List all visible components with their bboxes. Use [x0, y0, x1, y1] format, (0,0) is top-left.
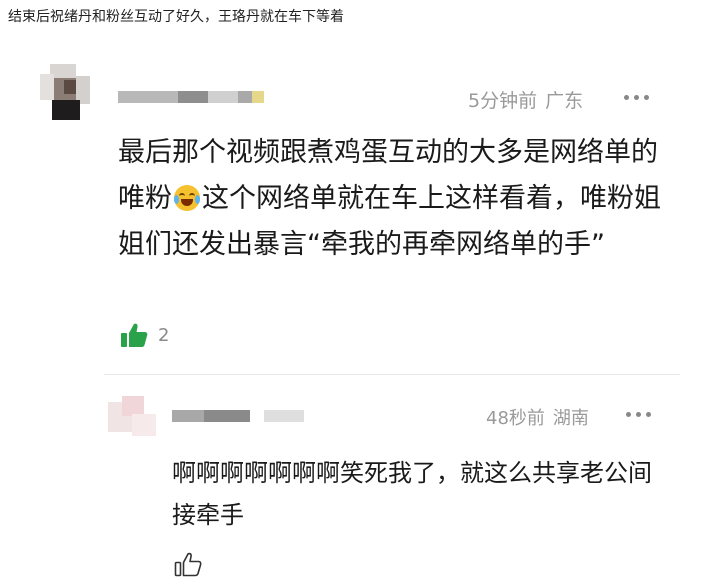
comment-meta: 5分钟前 广东	[468, 86, 583, 113]
avatar[interactable]	[108, 394, 158, 438]
reply-location: 湖南	[552, 408, 589, 429]
thumbs-up-filled-icon	[121, 323, 148, 347]
username-blurred[interactable]	[172, 408, 312, 424]
comment-location: 广东	[545, 90, 584, 112]
thumbs-up-outline-icon	[174, 552, 202, 577]
post-caption: 结束后祝绪丹和粉丝互动了好久，王珞丹就在车下等着	[8, 9, 344, 25]
laughing-crying-emoji-icon	[174, 185, 200, 211]
reply-meta: 48秒前 湖南	[486, 404, 589, 430]
comment-time: 5分钟前	[468, 90, 538, 112]
reply-text: 啊啊啊啊啊啊啊笑死我了，就这么共享老公间接牵手	[172, 459, 652, 529]
divider	[104, 374, 680, 375]
like-count: 2	[158, 324, 170, 346]
more-dots-icon[interactable]	[624, 95, 649, 100]
more-dots-icon[interactable]	[626, 412, 651, 417]
comment-text: 最后那个视频跟煮鸡蛋互动的大多是网络单的唯粉 这个网络单就在车上这样看着，唯粉姐姐…	[118, 137, 661, 260]
reply-time: 48秒前	[486, 408, 545, 429]
like-button[interactable]	[174, 551, 202, 581]
like-button[interactable]: 2	[120, 322, 169, 348]
avatar[interactable]	[40, 60, 92, 122]
username-blurred[interactable]	[118, 88, 268, 106]
